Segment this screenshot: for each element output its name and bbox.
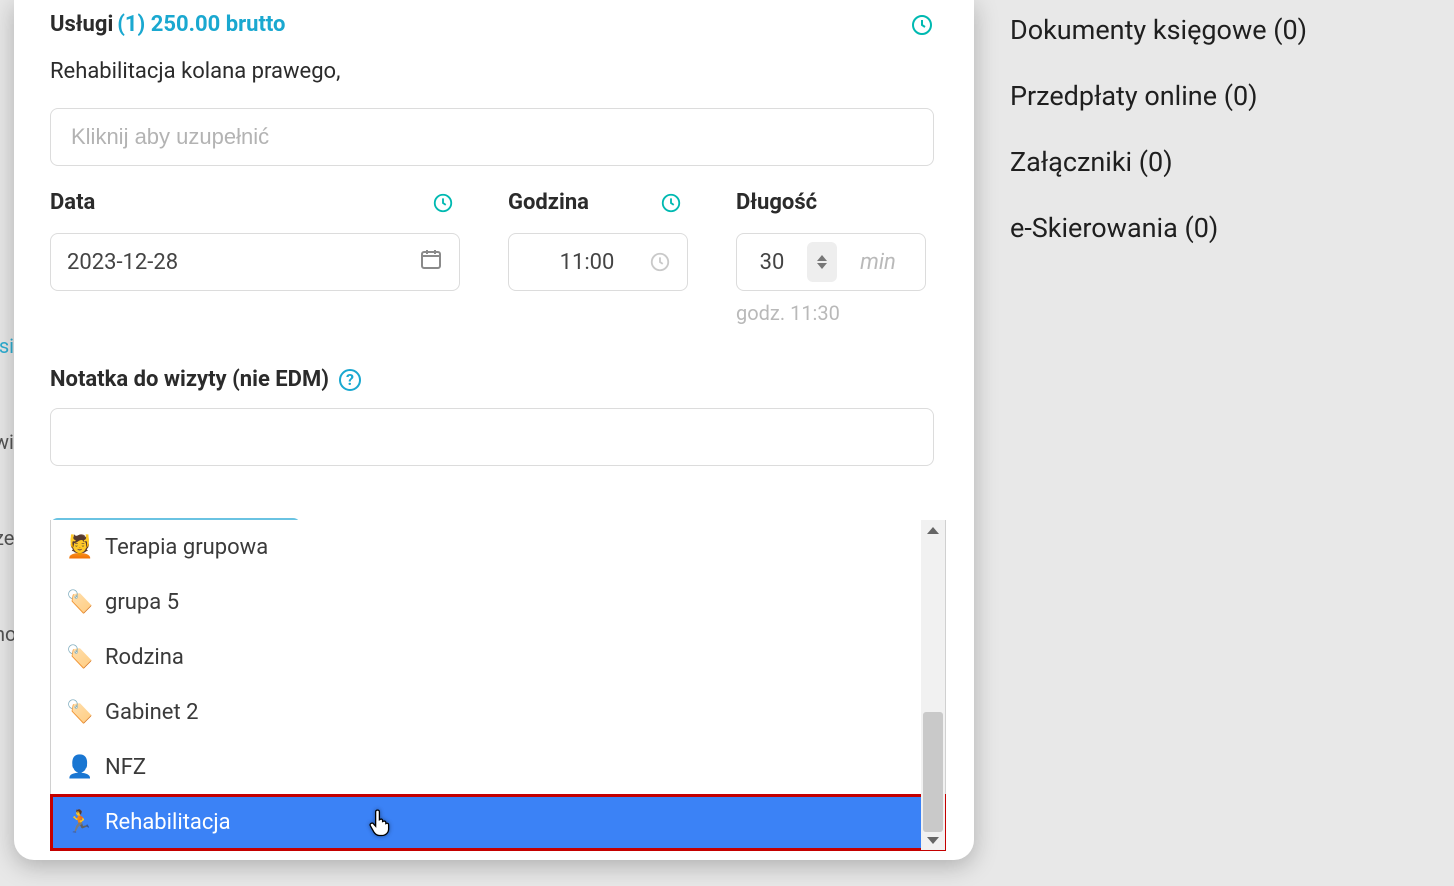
service-description: Rehabilitacja kolana prawego, xyxy=(50,59,934,84)
sidebar-item-ereferrals[interactable]: e-Skierowania (0) xyxy=(1010,212,1430,244)
duration-stepper[interactable] xyxy=(807,242,837,282)
date-label: Data xyxy=(50,190,95,215)
person-icon: 👤 xyxy=(67,755,93,780)
calendar-icon[interactable] xyxy=(419,247,443,277)
scroll-thumb[interactable] xyxy=(923,712,943,832)
dropdown-item[interactable]: 🏷️ Gabinet 2 xyxy=(51,685,945,740)
time-input[interactable]: 11:00 xyxy=(508,233,688,291)
duration-value: 30 xyxy=(737,250,807,275)
massage-icon: 💆 xyxy=(67,535,93,560)
visit-details-panel: Usługi (1) 250.00 brutto Rehabilitacja k… xyxy=(14,0,974,860)
note-input[interactable] xyxy=(50,408,934,466)
scroll-down-button[interactable] xyxy=(921,830,945,850)
dropdown-item-label: Gabinet 2 xyxy=(105,700,199,725)
time-label: Godzina xyxy=(508,190,589,215)
clock-icon[interactable] xyxy=(432,192,454,214)
clock-icon[interactable] xyxy=(660,192,682,214)
tag-icon: 🏷️ xyxy=(67,700,93,725)
help-icon[interactable]: ? xyxy=(339,369,361,391)
dropdown-item[interactable]: 🏃 Rehabilitacja xyxy=(51,795,945,850)
dropdown-item-label: Terapia grupowa xyxy=(105,535,268,560)
duration-input[interactable]: 30 min xyxy=(736,233,926,291)
dropdown-item-label: Rodzina xyxy=(105,645,184,670)
tags-dropdown: 💆 Terapia grupowa 🏷️ grupa 5 🏷️ Rodzina 🏷️ Gabi… xyxy=(50,520,946,851)
duration-end-time: godz. 11:30 xyxy=(736,301,926,325)
note-label: Notatka do wizyty (nie EDM) xyxy=(50,367,329,392)
services-count-price: (1) 250.00 brutto xyxy=(117,12,285,37)
tag-icon: 🏷️ xyxy=(67,590,93,615)
clock-icon-grey xyxy=(649,251,671,273)
date-value: 2023-12-28 xyxy=(67,250,419,275)
running-icon: 🏃 xyxy=(67,810,93,835)
date-input[interactable]: 2023-12-28 xyxy=(50,233,460,291)
scroll-up-button[interactable] xyxy=(921,520,945,540)
services-label: Usługi xyxy=(50,12,113,37)
sidebar-item-attachments[interactable]: Załączniki (0) xyxy=(1010,146,1430,178)
scrollbar[interactable] xyxy=(921,520,945,850)
dropdown-item-label: grupa 5 xyxy=(105,590,179,615)
services-title: Usługi (1) 250.00 brutto xyxy=(50,12,285,37)
dropdown-item-label: NFZ xyxy=(105,755,146,780)
time-value: 11:00 xyxy=(525,250,649,275)
right-sidebar: Dokumenty księgowe (0) Przedpłaty online… xyxy=(1010,14,1430,244)
service-add-input[interactable] xyxy=(50,108,934,166)
duration-label: Długość xyxy=(736,190,817,215)
dropdown-item[interactable]: 👤 NFZ xyxy=(51,740,945,795)
clock-icon[interactable] xyxy=(910,13,934,37)
scroll-track[interactable] xyxy=(921,540,945,830)
sidebar-item-prepayments[interactable]: Przedpłaty online (0) xyxy=(1010,80,1430,112)
sidebar-item-accounting-docs[interactable]: Dokumenty księgowe (0) xyxy=(1010,14,1430,46)
dropdown-item[interactable]: 🏷️ Rodzina xyxy=(51,630,945,685)
dropdown-item-label: Rehabilitacja xyxy=(105,810,231,835)
chevron-down-icon[interactable] xyxy=(817,263,827,269)
dropdown-item[interactable]: 🏷️ grupa 5 xyxy=(51,575,945,630)
dropdown-item[interactable]: 💆 Terapia grupowa xyxy=(51,520,945,575)
duration-unit: min xyxy=(841,250,925,275)
chevron-up-icon[interactable] xyxy=(817,255,827,261)
tag-icon: 🏷️ xyxy=(67,645,93,670)
